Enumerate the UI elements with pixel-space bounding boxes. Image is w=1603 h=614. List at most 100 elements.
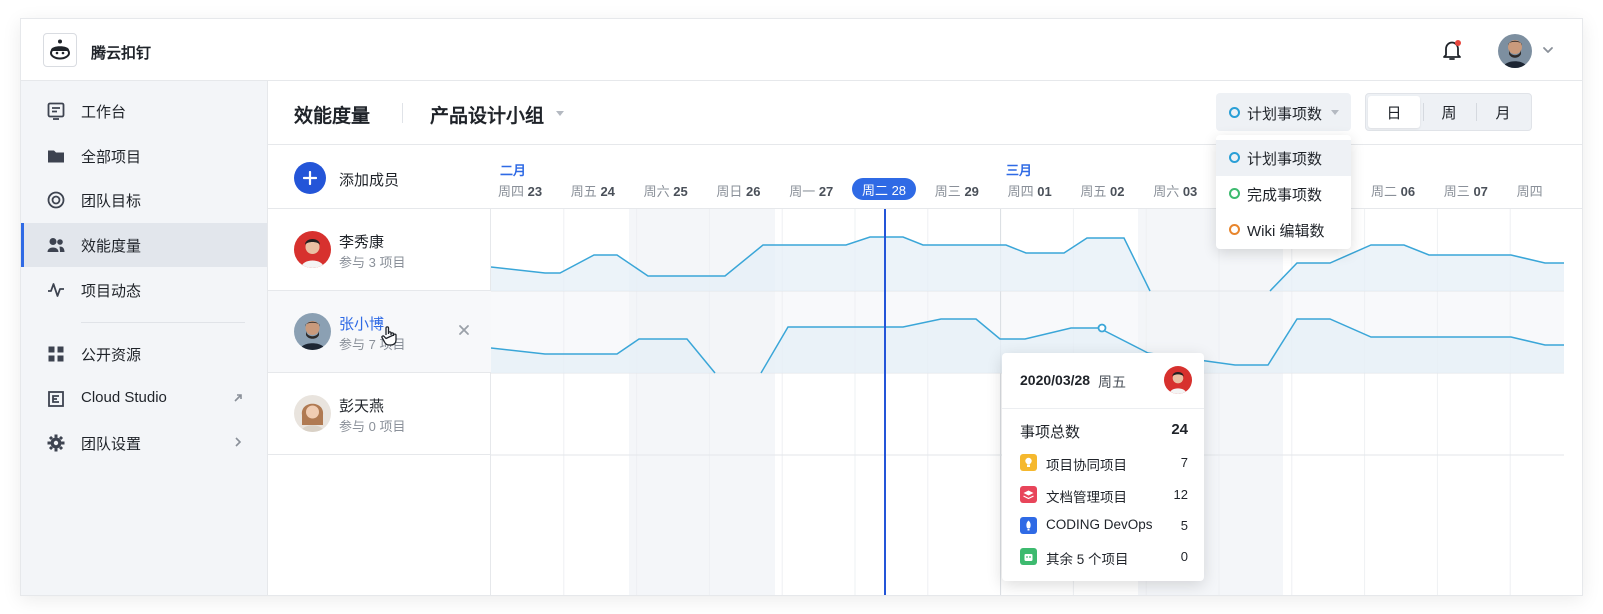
day-label: 周三 07 (1444, 181, 1488, 200)
cloud-studio-icon (48, 391, 64, 407)
day-number: 02 (1110, 184, 1125, 199)
tooltip-weekday: 周五 (1098, 374, 1126, 390)
weekday: 周四 (498, 184, 525, 199)
external-link-icon (234, 394, 242, 402)
tooltip-row-name: 项目协同项目 (1046, 458, 1127, 473)
close-icon[interactable] (458, 324, 470, 336)
day-label: 周六 03 (1153, 181, 1197, 200)
view-mode-week[interactable]: 周 (1423, 96, 1475, 128)
member-name[interactable]: 张小博 (339, 313, 384, 334)
day-label: 周四 (1517, 181, 1543, 200)
member-row[interactable]: 张小博 参与 7 项目 (268, 291, 491, 373)
chevron-down-icon[interactable] (1541, 43, 1555, 57)
page-header: 效能度量 产品设计小组 计划事项数 日 周 月 (268, 81, 1582, 145)
avatar (294, 231, 331, 268)
ring-icon (1229, 152, 1240, 163)
view-mode-toggle: 日 周 月 (1365, 93, 1532, 131)
add-member-label: 添加成员 (339, 172, 400, 189)
tooltip-date: 2020/03/28 (1020, 372, 1091, 388)
rocket-icon (1020, 517, 1037, 534)
metric-select[interactable]: 计划事项数 (1216, 93, 1351, 131)
sidebar-item-label: Cloud Studio (81, 389, 167, 406)
dropdown-option-planned[interactable]: 计划事项数 (1216, 140, 1351, 176)
day-number: 27 (818, 184, 834, 199)
sidebar-item-workbench[interactable]: 工作台 (21, 89, 267, 133)
day-number: 06 (1400, 184, 1416, 199)
tooltip-total-label: 事项总数 (1020, 424, 1081, 441)
notification-bell[interactable] (1441, 39, 1465, 63)
page-title: 效能度量 (294, 106, 371, 127)
sidebar-item-efficiency[interactable]: 效能度量 (21, 223, 267, 267)
logo-icon (50, 39, 70, 60)
day-number: 29 (964, 184, 979, 199)
member-name: 彭天燕 (339, 398, 385, 415)
member-project-count: 参与 0 项目 (339, 419, 406, 434)
caret-down-icon[interactable] (556, 111, 564, 117)
view-mode-month[interactable]: 月 (1477, 96, 1529, 128)
target-icon (47, 191, 65, 209)
weekday: 周一 (789, 184, 816, 199)
ring-icon (1229, 188, 1240, 199)
activity-icon (48, 283, 64, 297)
sidebar-item-activity[interactable]: 项目动态 (21, 268, 267, 312)
tooltip-row: 其余 5 个项目 0 (1020, 547, 1190, 567)
option-label: Wiki 编辑数 (1247, 223, 1325, 240)
weekday: 周日 (716, 184, 743, 199)
tooltip-row-value: 12 (1173, 487, 1188, 502)
day-label: 周三 29 (935, 181, 979, 200)
team-selector[interactable]: 产品设计小组 (430, 101, 544, 128)
metric-ring-icon (1229, 107, 1240, 118)
day-number: 23 (527, 184, 543, 199)
sidebar-item-team-goals[interactable]: 团队目标 (21, 178, 267, 222)
today-marker[interactable]: 周二 28 (852, 178, 916, 200)
weekday: 周四 (1007, 184, 1034, 199)
tooltip-row-value: 7 (1180, 455, 1188, 470)
sidebar-divider (81, 322, 245, 323)
robot-icon (1020, 548, 1037, 565)
member-row[interactable]: 彭天燕 参与 0 项目 (268, 373, 491, 455)
tooltip-row-value: 0 (1180, 549, 1188, 564)
tooltip-row: 项目协同项目 7 (1020, 453, 1190, 473)
weekday: 周二 (1371, 184, 1398, 199)
sidebar-item-team-settings[interactable]: 团队设置 (21, 421, 267, 465)
weekday: 周三 (1443, 184, 1470, 199)
user-avatar[interactable] (1498, 34, 1532, 68)
day-label: 周四 01 (1008, 181, 1052, 200)
caret-down-icon (1331, 110, 1339, 115)
hover-point[interactable] (1097, 323, 1107, 333)
sidebar-item-public-resources[interactable]: 公开资源 (21, 332, 267, 376)
sidebar-item-label: 团队目标 (81, 193, 142, 210)
tooltip-total-value: 24 (1171, 421, 1188, 438)
day-number: 01 (1037, 184, 1052, 199)
metric-dropdown: 计划事项数 完成事项数 Wiki 编辑数 (1216, 135, 1351, 249)
member-list: 李秀康 参与 3 项目 张小博 参与 7 项目 彭天燕 参与 0 项目 (268, 209, 491, 595)
view-mode-day[interactable]: 日 (1368, 96, 1420, 128)
header-divider (402, 103, 403, 123)
folder-icon (48, 150, 64, 163)
grid-icon (48, 346, 64, 362)
add-member-button[interactable] (294, 162, 326, 194)
data-tooltip: 2020/03/28 周五 事项总数 24 项目协同项目 7 文档管理项目 12… (1002, 353, 1204, 581)
sidebar-item-label: 项目动态 (81, 283, 142, 300)
tooltip-row: 文档管理项目 12 (1020, 485, 1190, 505)
metric-select-value: 计划事项数 (1247, 106, 1323, 123)
notification-dot (1455, 40, 1461, 46)
avatar (1164, 366, 1192, 394)
month-label: 三月 (1006, 163, 1033, 178)
logo[interactable] (43, 33, 77, 67)
dropdown-option-wiki[interactable]: Wiki 编辑数 (1216, 212, 1351, 248)
sidebar-item-all-projects[interactable]: 全部项目 (21, 134, 267, 178)
sidebar-item-label: 团队设置 (81, 436, 142, 453)
brand-name: 腾云扣钉 (91, 45, 152, 62)
chevron-right-icon (235, 437, 242, 447)
member-row[interactable]: 李秀康 参与 3 项目 (268, 209, 491, 291)
bulb-icon (1020, 454, 1037, 471)
tooltip-row-name: CODING DevOps (1046, 517, 1153, 532)
sidebar-item-cloud-studio[interactable]: Cloud Studio (21, 377, 267, 421)
day-number: 26 (746, 184, 761, 199)
sidebar-item-label: 效能度量 (81, 238, 142, 255)
day-number: 24 (600, 184, 615, 199)
dropdown-option-completed[interactable]: 完成事项数 (1216, 176, 1351, 212)
hand-cursor-icon (381, 326, 397, 346)
weekday: 周五 (1080, 184, 1107, 199)
